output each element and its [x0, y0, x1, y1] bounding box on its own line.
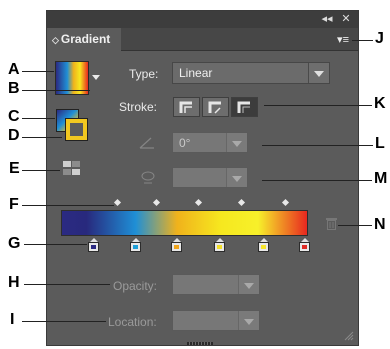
leader-c [22, 118, 55, 119]
aspect-ratio-dropdown-icon[interactable] [226, 168, 247, 187]
color-stop[interactable] [88, 238, 99, 252]
leader-f [22, 205, 114, 206]
stroke-across-button[interactable] [231, 97, 258, 117]
swatch-dropdown-icon[interactable] [92, 75, 100, 80]
stroke-along-button[interactable] [202, 97, 229, 117]
leader-l [262, 145, 373, 146]
callout-b: B [8, 80, 20, 97]
reverse-gradient-icon[interactable] [63, 161, 81, 175]
bottom-drag-handle[interactable] [187, 342, 213, 345]
angle-dropdown-icon[interactable] [226, 133, 247, 152]
callout-n: N [374, 216, 386, 233]
color-stop[interactable] [171, 238, 182, 252]
color-stop[interactable] [130, 238, 141, 252]
stroke-within-icon [179, 101, 192, 113]
leader-j [352, 40, 373, 41]
tab-gradient-label: Gradient [60, 32, 111, 46]
callout-l: L [375, 135, 385, 152]
midpoint-diamond[interactable] [113, 198, 122, 207]
leader-g [24, 244, 87, 245]
location-field[interactable] [172, 310, 260, 331]
tab-row: ◇ Gradient ▾≡ [47, 28, 358, 51]
callout-e: E [9, 160, 20, 177]
midpoint-diamond[interactable] [152, 198, 161, 207]
callout-i: I [10, 311, 15, 328]
midpoint-diamond[interactable] [194, 198, 203, 207]
callout-k: K [374, 95, 386, 112]
stroke-box-icon[interactable] [65, 118, 88, 141]
leader-i [22, 321, 106, 322]
midpoint-diamond[interactable] [281, 198, 290, 207]
leader-e [22, 170, 60, 171]
stroke-across-icon [237, 101, 250, 113]
opacity-field[interactable] [172, 274, 260, 295]
close-panel-button[interactable]: ✕ [337, 13, 355, 26]
resize-grip-icon[interactable] [344, 331, 354, 341]
angle-value: 0° [179, 136, 191, 150]
callout-c: C [8, 108, 20, 125]
leader-m [262, 180, 372, 181]
collapse-panel-button[interactable]: ◂◂ [318, 13, 336, 26]
stroke-within-button[interactable] [173, 97, 200, 117]
leader-h [24, 284, 110, 285]
color-stop[interactable] [258, 238, 269, 252]
callout-d: D [8, 127, 20, 144]
stroke-label: Stroke: [119, 100, 158, 114]
delete-stop-icon[interactable] [325, 216, 338, 230]
opacity-label: Opacity: [113, 279, 158, 293]
color-stop[interactable] [299, 238, 310, 252]
callout-j: J [375, 30, 384, 47]
leader-k [264, 105, 372, 106]
callout-a: A [8, 61, 20, 78]
panel-menu-icon[interactable]: ▾≡ [337, 33, 349, 46]
callout-h: H [8, 274, 20, 291]
color-stop[interactable] [214, 238, 225, 252]
type-select-arrow-icon[interactable] [308, 63, 329, 83]
gradient-slider[interactable] [61, 210, 308, 236]
panel-title-bar: ◂◂ ✕ [47, 11, 358, 28]
angle-icon [139, 137, 154, 149]
leader-n [338, 225, 372, 226]
gradient-panel: ◂◂ ✕ ◇ Gradient ▾≡ Type: Linear Stroke: 0… [46, 10, 359, 346]
tab-gradient[interactable]: ◇ Gradient [47, 28, 121, 51]
tab-expand-icon[interactable]: ◇ [52, 29, 59, 51]
location-label: Location: [108, 315, 157, 329]
angle-field[interactable]: 0° [172, 132, 248, 153]
leader-a [22, 71, 54, 72]
aspect-ratio-field[interactable] [172, 167, 248, 188]
leader-b [22, 90, 90, 91]
callout-f: F [9, 196, 19, 213]
aspect-ratio-icon [141, 171, 155, 184]
location-dropdown-icon[interactable] [238, 311, 259, 330]
callout-g: G [8, 235, 21, 252]
type-label: Type: [129, 67, 159, 81]
midpoint-diamond[interactable] [237, 198, 246, 207]
type-select[interactable]: Linear [172, 62, 330, 84]
type-select-value: Linear [179, 66, 213, 80]
stroke-along-icon [208, 101, 221, 114]
opacity-dropdown-icon[interactable] [238, 275, 259, 294]
callout-m: M [374, 170, 388, 187]
leader-d [22, 137, 62, 138]
